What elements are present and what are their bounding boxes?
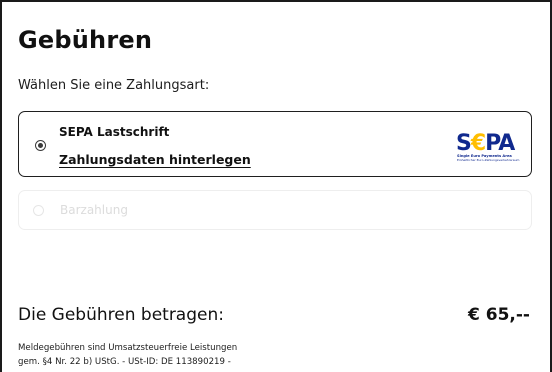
sepa-option-label: SEPA Lastschrift [59, 125, 170, 139]
cash-option-label: Barzahlung [60, 203, 128, 217]
page-title: Gebühren [18, 26, 153, 54]
payment-option-sepa[interactable]: SEPA Lastschrift Zahlungsdaten hinterleg… [18, 111, 532, 177]
payment-method-prompt: Wählen Sie eine Zahlungsart: [18, 78, 210, 93]
fee-amount: € 65,-- [468, 305, 530, 325]
tax-note-line-2: gem. §4 Nr. 22 b) UStG. - USt-ID: DE 113… [18, 357, 231, 367]
payment-option-cash[interactable]: Barzahlung [18, 190, 532, 230]
store-payment-data-link[interactable]: Zahlungsdaten hinterlegen [59, 152, 251, 167]
fee-label: Die Gebühren betragen: [18, 305, 224, 325]
tax-note: Meldegebühren sind Umsatzsteuerfreie Lei… [18, 341, 318, 369]
sepa-radio-button[interactable] [35, 140, 46, 151]
cash-radio-button[interactable] [33, 205, 44, 216]
sepa-logo: S€PA Single Euro Payments Area Einheitli… [456, 131, 520, 163]
tax-note-line-1: Meldegebühren sind Umsatzsteuerfreie Lei… [18, 343, 238, 353]
